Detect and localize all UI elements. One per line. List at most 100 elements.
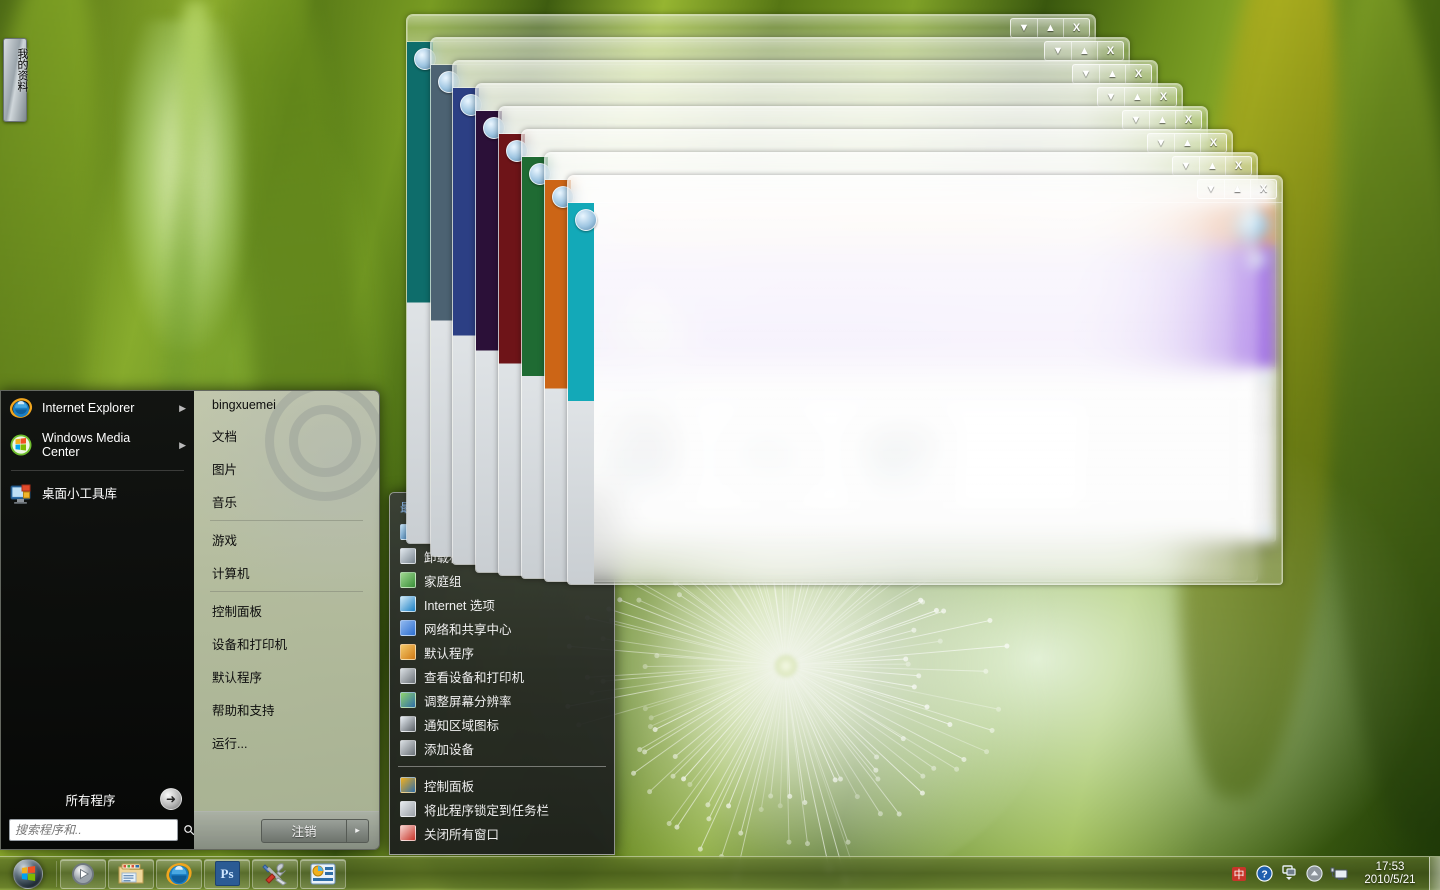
start-menu-right-pane[interactable]: bingxuemei 文档 图片 音乐 游戏 计算机 控制面板 设备和打印机 默… xyxy=(194,391,379,849)
close-button[interactable]: X xyxy=(1175,111,1201,129)
close-button[interactable]: X xyxy=(1097,42,1123,60)
cascaded-window-controls[interactable]: ▼ ▲ X xyxy=(1172,156,1252,176)
notification-icon xyxy=(400,716,416,732)
close-button[interactable]: X xyxy=(1200,134,1226,152)
start-menu[interactable]: Internet Explorer ▶ Windows Media Center… xyxy=(0,390,380,850)
start-menu-left-pane[interactable]: Internet Explorer ▶ Windows Media Center… xyxy=(1,391,194,849)
all-programs-button[interactable]: 所有程序 ➜ xyxy=(1,783,194,815)
cascaded-window-controls[interactable]: ▼ ▲ X xyxy=(1097,87,1177,107)
minimize-button[interactable]: ▼ xyxy=(1073,65,1099,83)
maximize-button[interactable]: ▲ xyxy=(1099,65,1125,83)
flag-icon[interactable] xyxy=(1305,865,1323,883)
maximize-button[interactable]: ▲ xyxy=(1071,42,1097,60)
close-button[interactable]: X xyxy=(1150,88,1176,106)
ie-icon xyxy=(166,861,192,887)
taskbar-button-windows-explorer[interactable] xyxy=(108,859,154,889)
start-menu-item-desktop-gadget-gallery[interactable]: 桌面小工具库 xyxy=(1,477,194,511)
start-menu-item-documents[interactable]: 文档 xyxy=(194,419,379,452)
start-menu-item-games[interactable]: 游戏 xyxy=(194,523,379,556)
taskbar-button-control-panel[interactable] xyxy=(300,859,346,889)
cascaded-window-controls[interactable]: ▼ ▲ X xyxy=(1147,133,1227,153)
start-menu-item-control-panel[interactable]: 控制面板 xyxy=(194,594,379,627)
logoff-button[interactable]: 注销 xyxy=(261,819,347,843)
start-menu-item-music[interactable]: 音乐 xyxy=(194,485,379,518)
desktop-icon-my-documents[interactable]: 我的资料 xyxy=(2,38,28,122)
shutdown-bar[interactable]: 注销 ▸ xyxy=(194,811,379,849)
maximize-button[interactable]: ▲ xyxy=(1174,134,1200,152)
shutdown-options-button[interactable]: ▸ xyxy=(347,819,369,843)
jump-list-item-control-panel[interactable]: 控制面板 xyxy=(390,773,614,797)
maximize-button[interactable]: ▲ xyxy=(1124,88,1150,106)
jump-list-item-internet-options[interactable]: Internet 选项 xyxy=(390,592,614,616)
jump-list-item-close-all-windows[interactable]: 关闭所有窗口 xyxy=(390,821,614,845)
start-menu-item-help-and-support[interactable]: 帮助和支持 xyxy=(194,693,379,726)
start-menu-item-devices-and-printers[interactable]: 设备和打印机 xyxy=(194,627,379,660)
cascaded-window-accent-stripe xyxy=(568,203,594,584)
start-menu-item-computer[interactable]: 计算机 xyxy=(194,556,379,589)
minimize-button[interactable]: ▼ xyxy=(1148,134,1174,152)
chevron-right-icon[interactable]: ▶ xyxy=(179,440,186,451)
question-mark-icon[interactable]: ? xyxy=(1255,865,1273,883)
maximize-button[interactable]: ▲ xyxy=(1037,19,1063,37)
search-input[interactable] xyxy=(9,819,178,841)
start-menu-item-default-programs[interactable]: 默认程序 xyxy=(194,660,379,693)
cascaded-window-controls[interactable]: ▼ ▲ X xyxy=(1044,41,1124,61)
cascaded-window-8[interactable]: ▼ ▲ X xyxy=(567,175,1283,585)
start-menu-item-run[interactable]: 运行... xyxy=(194,726,379,759)
cascaded-window-controls[interactable]: ▼ ▲ X xyxy=(1197,179,1277,199)
start-button[interactable] xyxy=(2,857,54,890)
taskbar-button-tools[interactable] xyxy=(252,859,298,889)
jump-list-item-add-device[interactable]: 添加设备 xyxy=(390,736,614,760)
jump-list-item-view-devices-printers[interactable]: 查看设备和打印机 xyxy=(390,664,614,688)
taskbar[interactable]: Ps 中 ? 17:53 2010/5/21 xyxy=(0,856,1440,890)
minimize-button[interactable]: ▼ xyxy=(1123,111,1149,129)
start-menu-item-internet-explorer[interactable]: Internet Explorer ▶ xyxy=(1,391,194,425)
jump-list-item-adjust-screen-resolution[interactable]: 调整屏幕分辨率 xyxy=(390,688,614,712)
close-button[interactable]: X xyxy=(1225,157,1251,175)
close-button[interactable]: X xyxy=(1125,65,1151,83)
minimize-button[interactable]: ▼ xyxy=(1045,42,1071,60)
chinese-ime-icon[interactable]: 中 xyxy=(1230,865,1248,883)
arrow-right-icon[interactable]: ➜ xyxy=(160,788,182,810)
monitor-network-icon[interactable] xyxy=(1330,865,1348,883)
taskbar-button-internet-explorer[interactable] xyxy=(156,859,202,889)
start-menu-item-pictures[interactable]: 图片 xyxy=(194,452,379,485)
taskbar-divider xyxy=(56,861,57,887)
cascaded-window-controls[interactable]: ▼ ▲ X xyxy=(1010,18,1090,38)
minimize-button[interactable]: ▼ xyxy=(1198,180,1224,198)
maximize-button[interactable]: ▲ xyxy=(1224,180,1250,198)
jump-list-item-network-sharing-center[interactable]: 网络和共享中心 xyxy=(390,616,614,640)
maximize-button[interactable]: ▲ xyxy=(1199,157,1225,175)
notification-area[interactable]: 中 ? 17:53 2010/5/21 xyxy=(1230,857,1429,890)
cascaded-window-controls[interactable]: ▼ ▲ X xyxy=(1122,110,1202,130)
jump-list-item-notification-area-icons[interactable]: 通知区域图标 xyxy=(390,712,614,736)
cascaded-window-content xyxy=(594,203,1282,584)
close-button[interactable]: X xyxy=(1063,19,1089,37)
start-menu-item-label: 桌面小工具库 xyxy=(42,487,117,501)
taskbar-button-windows-media-player[interactable] xyxy=(60,859,106,889)
start-menu-search-row[interactable]: ⚲ xyxy=(1,815,194,849)
minimize-button[interactable]: ▼ xyxy=(1011,19,1037,37)
clock[interactable]: 17:53 2010/5/21 xyxy=(1355,861,1425,887)
cascaded-window-title-bar[interactable]: ▼ ▲ X xyxy=(568,176,1282,203)
cascaded-window-controls[interactable]: ▼ ▲ X xyxy=(1072,64,1152,84)
jump-list-item-default-programs[interactable]: 默认程序 xyxy=(390,640,614,664)
close-button[interactable]: X xyxy=(1250,180,1276,198)
jump-list-item-pin-to-taskbar[interactable]: 将此程序锁定到任务栏 xyxy=(390,797,614,821)
control-panel-icon xyxy=(310,863,336,885)
show-desktop-button[interactable] xyxy=(1429,857,1440,890)
start-menu-item-windows-media-center[interactable]: Windows Media Center ▶ xyxy=(1,425,194,465)
chevron-up-icon[interactable] xyxy=(1280,865,1298,883)
wrench-icon xyxy=(262,862,288,886)
jump-list-actions[interactable]: 控制面板 将此程序锁定到任务栏 关闭所有窗口 xyxy=(390,773,614,845)
taskbar-button-photoshop[interactable]: Ps xyxy=(204,859,250,889)
start-menu-user-name[interactable]: bingxuemei xyxy=(194,391,379,419)
pin-icon xyxy=(400,801,416,817)
photoshop-label: Ps xyxy=(221,867,234,880)
chevron-right-icon[interactable]: ▶ xyxy=(179,403,186,414)
minimize-button[interactable]: ▼ xyxy=(1173,157,1199,175)
media-player-icon xyxy=(71,862,95,886)
maximize-button[interactable]: ▲ xyxy=(1149,111,1175,129)
minimize-button[interactable]: ▼ xyxy=(1098,88,1124,106)
back-arrow-icon[interactable] xyxy=(575,209,597,231)
